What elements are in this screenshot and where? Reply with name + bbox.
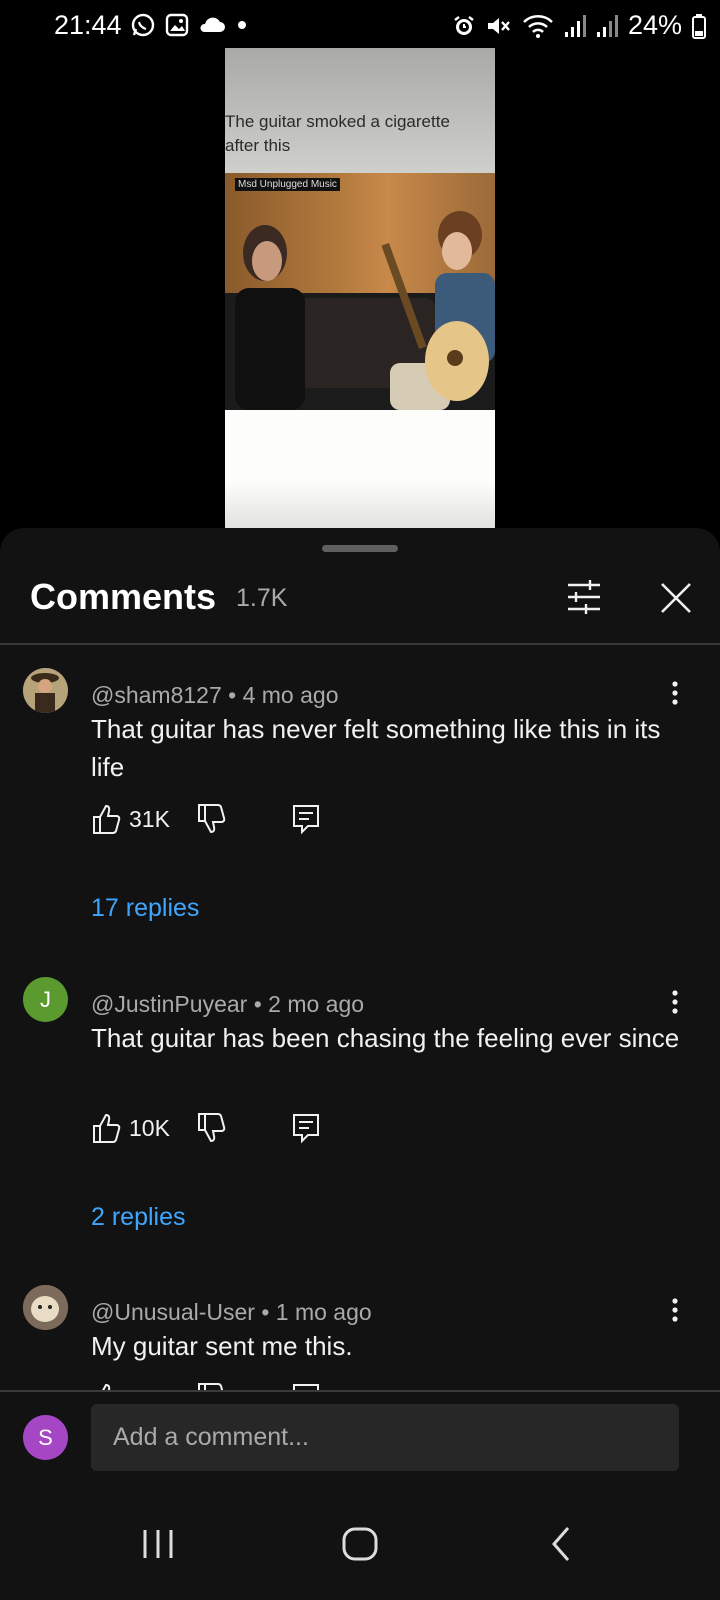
avatar[interactable]: J [23,977,68,1022]
reply-icon[interactable] [291,1382,321,1390]
view-replies-link[interactable]: 17 replies [91,894,199,923]
like-count: 10K [129,1115,170,1141]
status-bar: 21:44 24% [0,0,720,50]
comment-meta: @sham8127 • 4 mo ago [91,682,339,708]
video-footer [225,410,495,528]
like-icon[interactable] [91,1382,121,1390]
avatar-image [23,1285,68,1330]
comment-meta: @JustinPuyear • 2 mo ago [91,991,365,1017]
reply-icon[interactable] [291,1112,321,1144]
signal-icon [564,14,586,37]
status-time: 21:44 [54,10,122,40]
filter-icon[interactable] [566,580,602,614]
comment-item: @Unusual-User • 1 mo ago My guitar sent … [0,1285,720,1390]
back-icon[interactable] [540,1522,584,1566]
dislike-icon[interactable] [196,1112,226,1144]
drag-handle[interactable] [322,545,398,552]
comments-title: Comments [30,576,217,617]
video-player[interactable]: The guitar smoked a cigarette after this… [225,48,495,528]
cloud-icon [200,17,225,32]
comments-count: 1.7K [236,584,288,612]
avatar-image [23,668,68,713]
video-caption: The guitar smoked a cigarette after this [225,112,450,155]
avatar-letter: J [40,986,51,1012]
user-avatar[interactable]: S [23,1415,68,1460]
dislike-icon[interactable] [196,1382,226,1390]
whatsapp-icon [131,13,155,37]
more-options-icon[interactable] [660,1295,690,1325]
comment-input[interactable] [91,1404,679,1471]
recent-apps-icon[interactable] [136,1522,180,1566]
comment-meta: @Unusual-User • 1 mo ago [91,1299,372,1325]
gallery-icon [165,13,189,37]
battery-icon [692,13,706,39]
video-header: The guitar smoked a cigarette after this [225,48,495,173]
comment-text: That guitar has never felt something lik… [91,714,661,782]
reply-icon[interactable] [291,803,321,835]
view-replies-link[interactable]: 2 replies [91,1203,186,1232]
like-count: 31K [129,806,170,832]
comment-text: That guitar has been chasing the feeling… [91,1023,680,1053]
signal-icon [596,14,618,37]
video-frame: Msd Unplugged Music [225,173,495,410]
battery-percent: 24% [627,10,682,40]
like-icon[interactable] [91,803,121,835]
alarm-icon [454,15,474,35]
close-icon[interactable] [658,580,694,616]
like-icon[interactable] [91,1112,121,1144]
header-divider [0,643,720,645]
user-avatar-letter: S [38,1424,53,1450]
home-icon[interactable] [338,1522,382,1566]
add-comment-bar: S [0,1390,720,1492]
avatar[interactable] [23,1285,68,1330]
wifi-icon [523,14,553,38]
mute-icon [487,17,510,34]
video-scene [225,211,495,410]
dislike-icon[interactable] [196,803,226,835]
more-options-icon[interactable] [660,678,690,708]
dot-icon [238,21,246,29]
system-nav-bar [0,1492,720,1600]
comment-text: My guitar sent me this. [91,1331,353,1361]
more-options-icon[interactable] [660,987,690,1017]
avatar[interactable] [23,668,68,713]
